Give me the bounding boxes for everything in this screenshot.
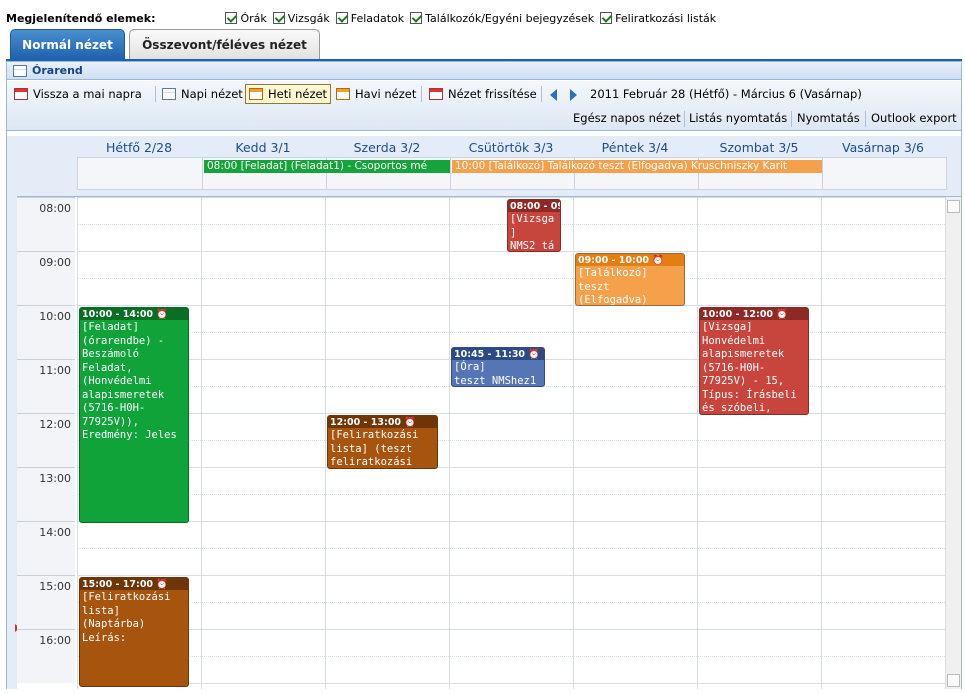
print-button[interactable]: Nyomtatás [797,109,860,127]
toolbar-separator [421,86,422,102]
event-body: [Vizsga] NMS2_tárgy [510,213,555,252]
refresh-icon [429,88,443,100]
event-time: 08:00 - 09: [508,200,560,212]
event-card-meeting[interactable]: 09:00 - 10:00 ⏰ [Találkozó] teszt (Elfog… [575,253,685,306]
next-week-icon[interactable] [570,89,577,101]
list-print-button[interactable]: Listás nyomtatás [689,109,787,127]
toolbar-separator [541,86,542,102]
event-time: 09:00 - 10:00 ⏰ [576,254,684,266]
filter-orak[interactable]: Órák [225,12,267,25]
day-header-wed[interactable]: Szerda 3/2 [325,140,449,156]
calendar-week-icon [249,88,263,100]
event-card-task[interactable]: 10:00 - 14:00 ⏰ [Feladat] (órarendbe) - … [79,307,189,523]
filter-label: Megjelenítendő elemek: [6,11,156,25]
event-card-class[interactable]: 10:45 - 11:30 ⏰ [Óra] teszt_NMShez11 [451,347,545,387]
day-header-sat[interactable]: Szombat 3/5 [697,140,821,156]
week-calendar: Hétfő 2/28 Kedd 3/1 Szerda 3/2 Csütörtök… [7,136,961,689]
checkbox-icon[interactable] [410,12,423,24]
toolbar-separator [865,111,866,127]
day-header-tue[interactable]: Kedd 3/1 [201,140,325,156]
panel-title-text: Órarend [32,64,83,77]
calendar-today-icon [14,88,28,100]
checkbox-icon[interactable] [225,12,238,24]
filter-talalkozok[interactable]: Találkozók/Egyéni bejegyzések [410,12,594,25]
hour-label: 15:00 [17,575,75,629]
toolbar-separator [155,86,156,102]
event-card-exam[interactable]: 08:00 - 09: [Vizsga] NMS2_tárgy [507,199,561,252]
event-time: 15:00 - 17:00 ⏰ [80,578,188,590]
prev-week-icon[interactable] [550,89,557,101]
panel-title: Órarend [7,62,961,80]
checkbox-icon[interactable] [600,12,613,24]
tab-normal-view[interactable]: Normál nézet [10,29,125,59]
scroll-down-icon[interactable] [947,674,960,687]
event-card-signup[interactable]: 15:00 - 17:00 ⏰ [Feliratkozási lista] (N… [79,577,189,687]
date-range: 2011 Február 28 (Hétfő) - Március 6 (Vas… [590,87,862,101]
event-time: 10:45 - 11:30 ⏰ [452,348,544,360]
event-body: [Vizsga] Honvédelmi alapismeretek (5716-… [702,321,797,414]
toolbar-separator [791,111,792,127]
calendar-day-icon [162,88,176,100]
time-grid: 08:00 09:00 10:00 11:00 12:00 13:00 14:0… [17,196,961,689]
day-header-sun[interactable]: Vasárnap 3/6 [821,140,945,156]
toolbar-separator [684,111,685,127]
filter-vizsgak[interactable]: Vizsgák [272,12,330,25]
outlook-export-button[interactable]: Outlook export [871,109,957,127]
checkbox-icon[interactable] [272,12,285,24]
allday-row: 08:00 [Feladat] (Feladat1) - Csoportos m… [77,157,947,190]
day-view-button[interactable]: Napi nézet [159,84,246,104]
allday-divider [450,158,451,189]
filter-feliratkozasi[interactable]: Feliratkozási listák [600,12,716,25]
day-header-fri[interactable]: Péntek 3/4 [573,140,697,156]
event-time: 10:00 - 14:00 ⏰ [80,308,188,320]
event-time: 10:00 - 12:00 ⏰ [700,308,808,320]
hour-label: 13:00 [17,467,75,521]
hour-label: 08:00 [17,197,75,251]
calendar-month-icon [336,88,350,100]
hour-label: 12:00 [17,413,75,467]
event-body: [Feladat] (órarendbe) - Beszámoló Felada… [82,321,177,441]
event-body: [Óra] teszt_NMShez11 [454,361,537,387]
hour-label: 09:00 [17,251,75,305]
day-header-mon[interactable]: Hétfő 2/28 [77,140,201,156]
checkbox-icon[interactable] [335,12,348,24]
event-body: [Feliratkozási lista] (teszt feliratkozá… [330,429,419,468]
event-card-signup[interactable]: 12:00 - 13:00 ⏰ [Feliratkozási lista] (t… [327,415,438,469]
event-card-exam[interactable]: 10:00 - 12:00 ⏰ [Vizsga] Honvédelmi alap… [699,307,809,415]
timetable-panel: Órarend Vissza a mai napra Napi nézet He… [6,61,962,689]
tab-summary-view[interactable]: Összevont/féléves nézet [129,29,320,59]
month-view-button[interactable]: Havi nézet [333,84,419,104]
allday-event[interactable]: 08:00 [Feladat] (Feladat1) - Csoportos m… [204,160,450,173]
app-window: Megjelenítendő elemek: Órák Vizsgák Fela… [0,0,965,693]
allday-event[interactable]: 10:00 [Találkozó] Találkozó teszt (Elfog… [452,160,822,173]
event-body: [Találkozó] teszt (Elfogadva) Kruschnisz… [578,267,648,306]
allday-view-button[interactable]: Egész napos nézet [573,109,681,127]
today-button[interactable]: Vissza a mai napra [11,84,145,104]
calendar-icon [13,64,27,77]
day-header-thu[interactable]: Csütörtök 3/3 [449,140,573,156]
refresh-view-button[interactable]: Nézet frissítése [426,84,540,104]
hour-label: 16:00 [17,629,75,683]
allday-divider [202,158,203,189]
scroll-up-icon[interactable] [947,200,960,213]
hour-label: 14:00 [17,521,75,575]
event-body: [Feliratkozási lista] (Naptárba) Leírás: [82,591,171,644]
filter-feladatok[interactable]: Feladatok [335,12,404,25]
week-view-button[interactable]: Heti nézet [245,84,332,104]
hour-label: 11:00 [17,359,75,413]
vertical-scrollbar[interactable] [945,197,961,689]
filter-row: Megjelenítendő elemek: Órák Vizsgák Fela… [6,10,722,26]
hour-label: 10:00 [17,305,75,359]
allday-divider [822,158,823,189]
toolbar: Vissza a mai napra Napi nézet Heti nézet… [7,81,961,131]
event-time: 12:00 - 13:00 ⏰ [328,416,437,428]
